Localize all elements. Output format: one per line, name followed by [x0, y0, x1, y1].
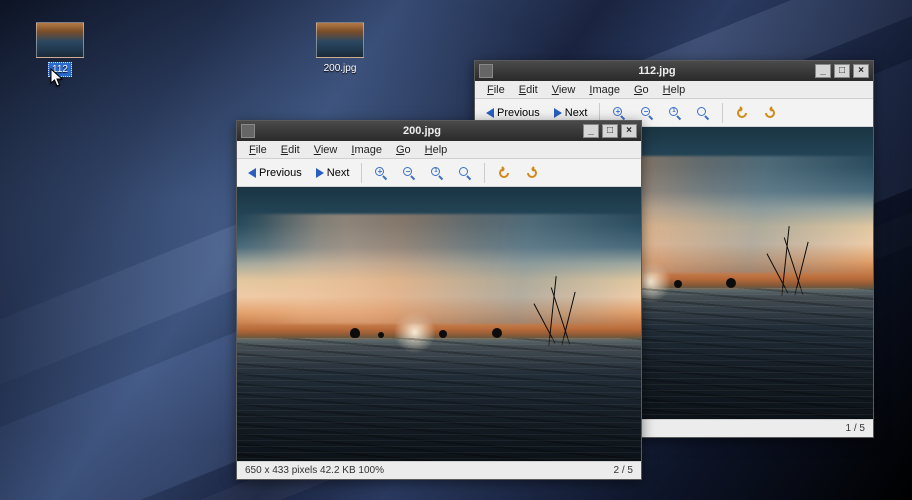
menu-view[interactable]: View	[308, 144, 344, 156]
zoom-in-button[interactable]: +	[607, 104, 631, 122]
menubar: File Edit View Image Go Help	[237, 141, 641, 159]
minimize-button[interactable]: _	[583, 124, 599, 138]
zoom-fit-button[interactable]	[453, 164, 477, 182]
minimize-button[interactable]: _	[815, 64, 831, 78]
close-button[interactable]: ×	[853, 64, 869, 78]
desktop-icon-200[interactable]: 200.jpg	[300, 22, 380, 75]
menu-image[interactable]: Image	[345, 144, 388, 156]
zoom-out-button[interactable]: −	[635, 104, 659, 122]
menu-help[interactable]: Help	[419, 144, 454, 156]
zoom-100-icon: 1	[430, 166, 444, 180]
zoom-fit-icon	[696, 106, 710, 120]
previous-button[interactable]: Previous	[243, 165, 307, 181]
next-label: Next	[327, 167, 350, 179]
rotate-right-button[interactable]	[520, 164, 544, 182]
rotate-left-button[interactable]	[730, 104, 754, 122]
zoom-in-button[interactable]: +	[369, 164, 393, 182]
arrow-left-icon	[486, 108, 494, 118]
thumbnail-image	[316, 22, 364, 58]
toolbar: Previous Next + − 1	[237, 159, 641, 187]
zoom-in-icon: +	[374, 166, 388, 180]
menu-image[interactable]: Image	[583, 84, 626, 96]
rotate-left-icon	[735, 106, 749, 120]
menubar: File Edit View Image Go Help	[475, 81, 873, 99]
zoom-fit-icon	[458, 166, 472, 180]
desktop[interactable]: 112 200.jpg 112.jpg _ □ × File Edit View…	[0, 0, 912, 500]
zoom-out-icon: −	[402, 166, 416, 180]
previous-button[interactable]: Previous	[481, 105, 545, 121]
next-button[interactable]: Next	[549, 105, 593, 121]
rotate-right-button[interactable]	[758, 104, 782, 122]
rotate-left-button[interactable]	[492, 164, 516, 182]
menu-file[interactable]: File	[481, 84, 511, 96]
next-button[interactable]: Next	[311, 165, 355, 181]
menu-edit[interactable]: Edit	[513, 84, 544, 96]
app-icon	[479, 64, 493, 78]
previous-label: Previous	[259, 167, 302, 179]
arrow-right-icon	[316, 168, 324, 178]
zoom-out-icon: −	[640, 106, 654, 120]
zoom-100-button[interactable]: 1	[425, 164, 449, 182]
zoom-100-icon: 1	[668, 106, 682, 120]
titlebar[interactable]: 112.jpg _ □ ×	[475, 61, 873, 81]
menu-edit[interactable]: Edit	[275, 144, 306, 156]
rotate-right-icon	[525, 166, 539, 180]
maximize-button[interactable]: □	[834, 64, 850, 78]
window-title: 200.jpg	[261, 125, 583, 137]
image-viewport[interactable]	[237, 187, 641, 461]
displayed-image	[237, 187, 641, 461]
titlebar[interactable]: 200.jpg _ □ ×	[237, 121, 641, 141]
menu-go[interactable]: Go	[390, 144, 417, 156]
zoom-out-button[interactable]: −	[397, 164, 421, 182]
status-left: 650 x 433 pixels 42.2 KB 100%	[245, 465, 384, 476]
menu-view[interactable]: View	[546, 84, 582, 96]
window-title: 112.jpg	[499, 65, 815, 77]
rotate-right-icon	[763, 106, 777, 120]
previous-label: Previous	[497, 107, 540, 119]
arrow-right-icon	[554, 108, 562, 118]
desktop-icon-label: 112	[48, 62, 72, 77]
menu-file[interactable]: File	[243, 144, 273, 156]
app-icon	[241, 124, 255, 138]
close-button[interactable]: ×	[621, 124, 637, 138]
statusbar: 650 x 433 pixels 42.2 KB 100% 2 / 5	[237, 461, 641, 479]
thumbnail-image	[36, 22, 84, 58]
next-label: Next	[565, 107, 588, 119]
image-viewer-window-front[interactable]: 200.jpg _ □ × File Edit View Image Go He…	[236, 120, 642, 480]
status-right: 2 / 5	[614, 465, 633, 476]
menu-go[interactable]: Go	[628, 84, 655, 96]
arrow-left-icon	[248, 168, 256, 178]
status-right: 1 / 5	[846, 423, 865, 434]
desktop-icon-112[interactable]: 112	[20, 22, 100, 77]
desktop-icon-label: 200.jpg	[321, 62, 360, 75]
rotate-left-icon	[497, 166, 511, 180]
maximize-button[interactable]: □	[602, 124, 618, 138]
zoom-100-button[interactable]: 1	[663, 104, 687, 122]
menu-help[interactable]: Help	[657, 84, 692, 96]
zoom-fit-button[interactable]	[691, 104, 715, 122]
zoom-in-icon: +	[612, 106, 626, 120]
